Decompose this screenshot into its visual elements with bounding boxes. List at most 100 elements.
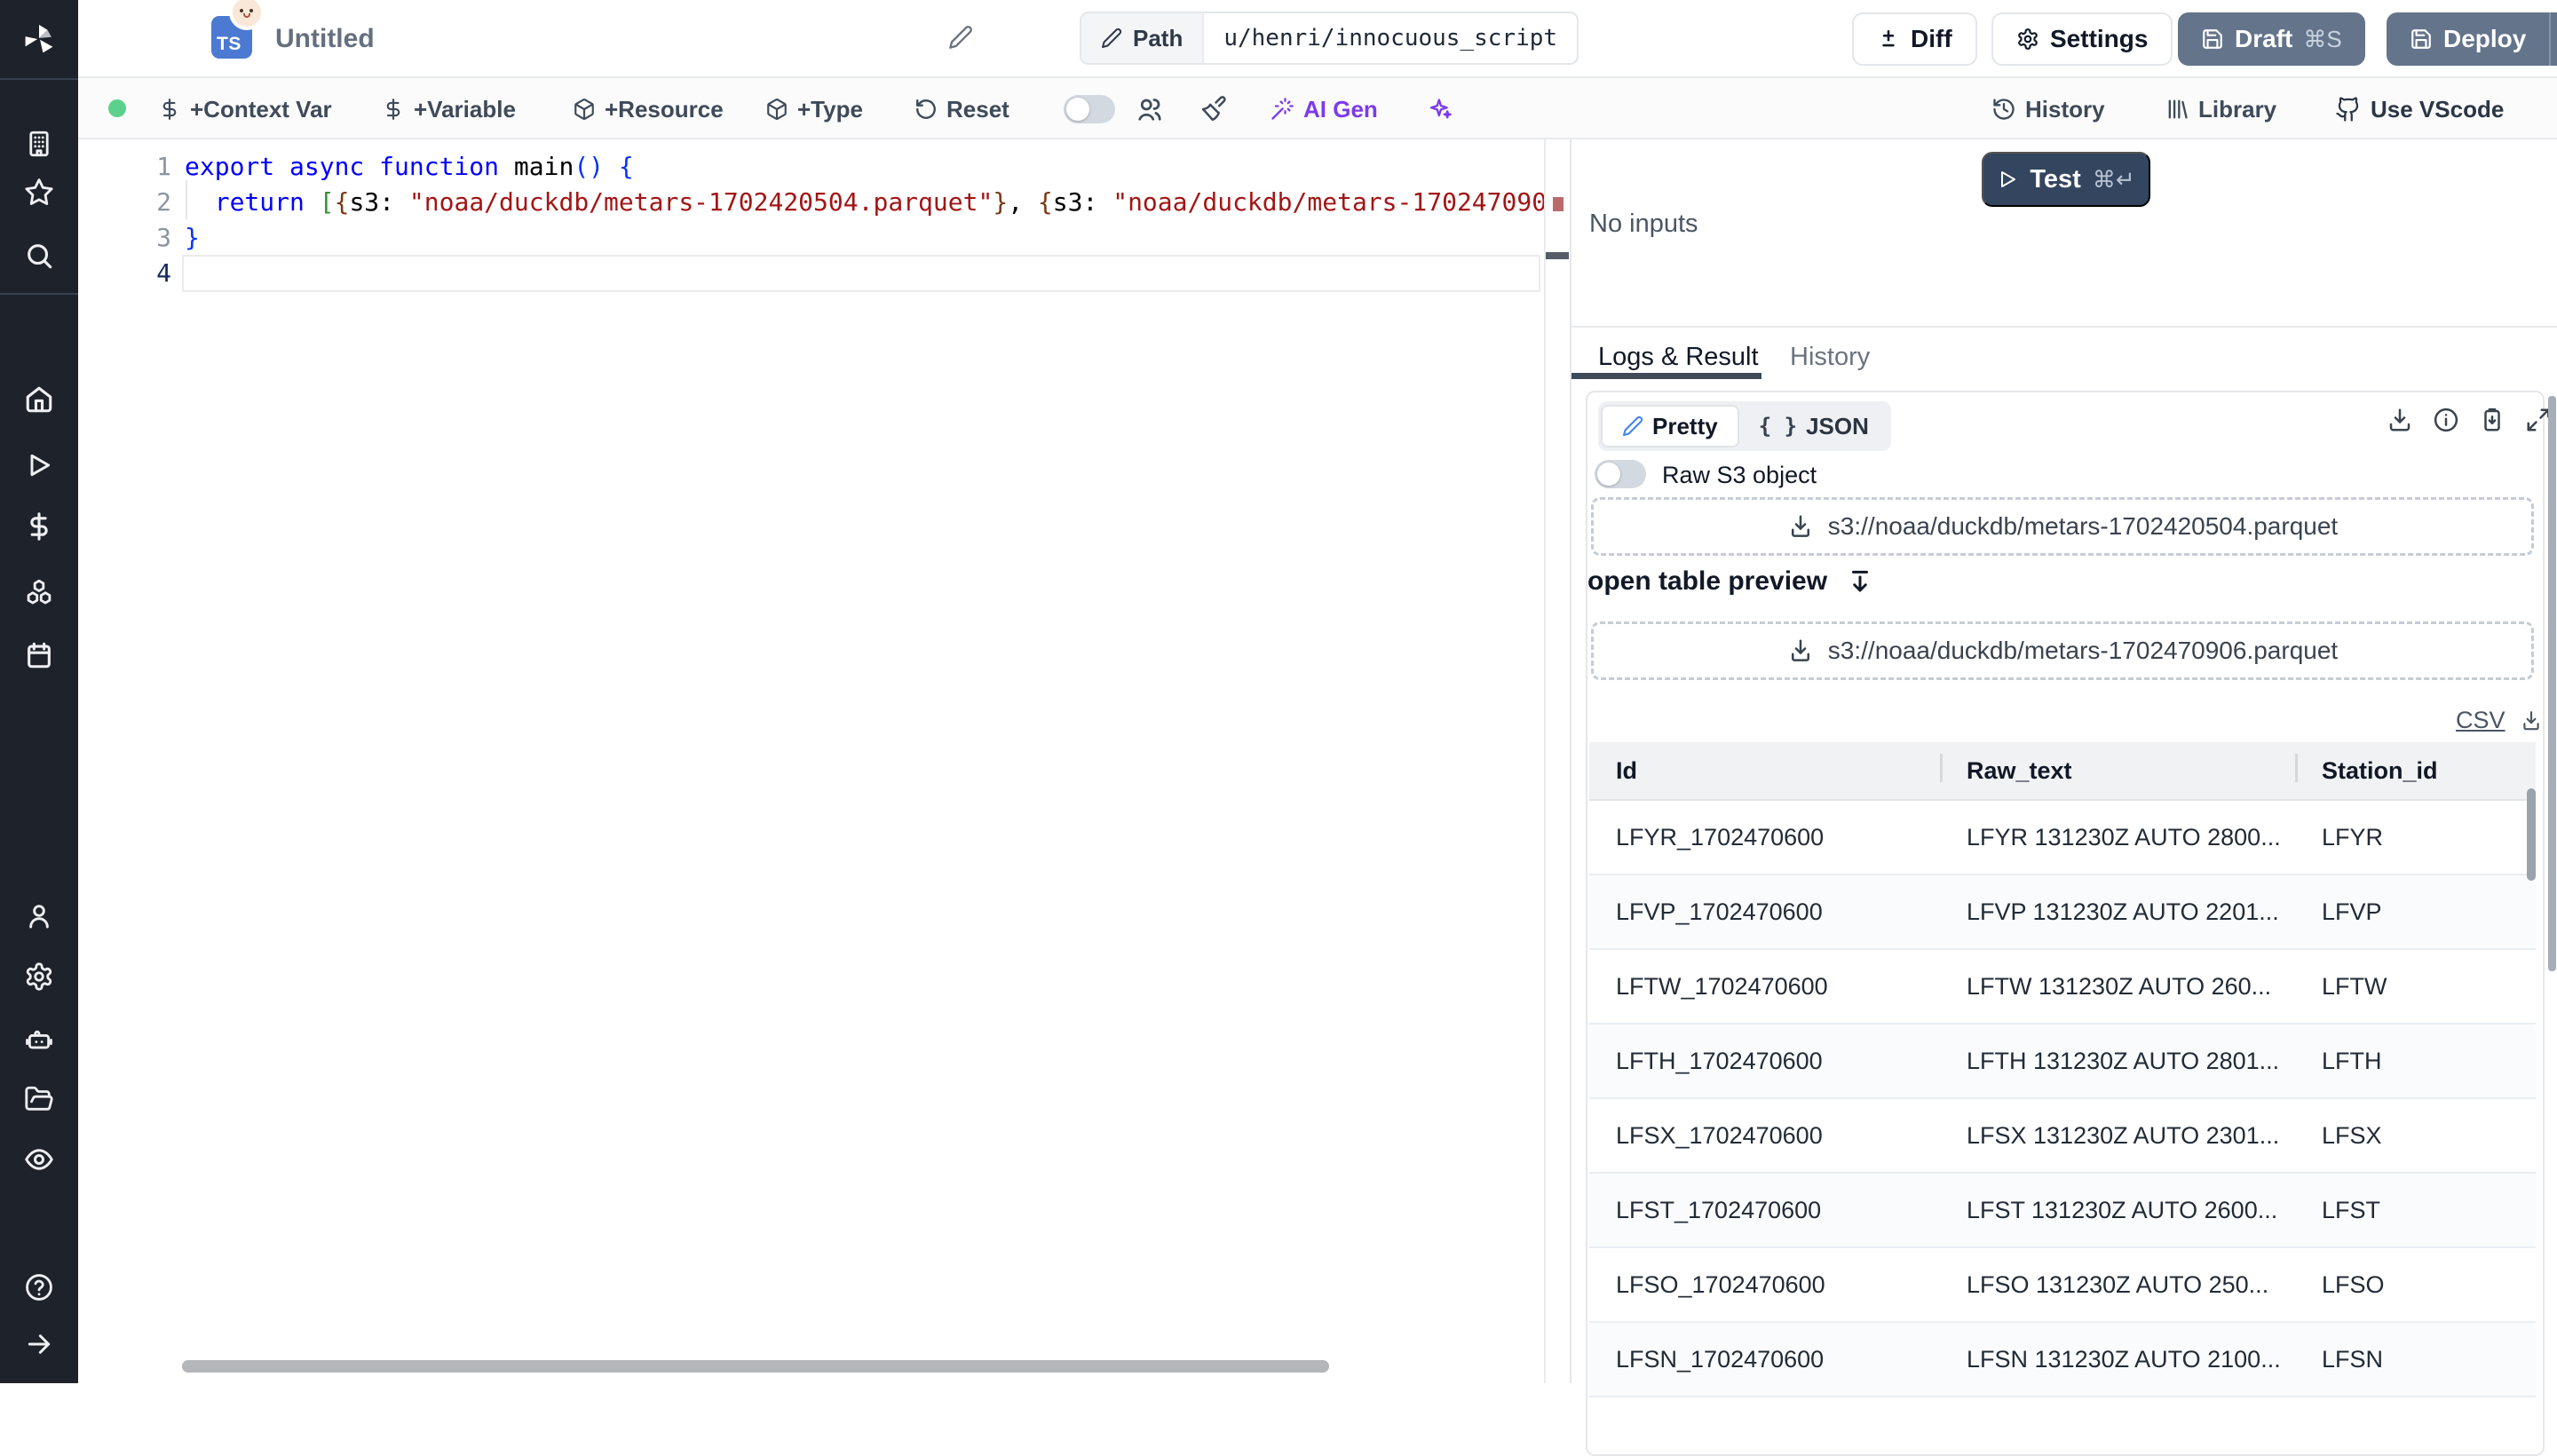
eye-icon[interactable]	[23, 1143, 55, 1175]
github-icon	[2336, 97, 2359, 122]
table-row[interactable]: LFTH_1702470600 LFTH 131230Z AUTO 2801...…	[1589, 1025, 2536, 1099]
diff-button[interactable]: Diff	[1852, 12, 1977, 66]
table-cell: LFTH	[2322, 1047, 2382, 1074]
table-row[interactable]: LFSX_1702470600 LFSX 131230Z AUTO 2301...…	[1589, 1099, 2536, 1174]
add-variable-button[interactable]: +Variable	[382, 92, 516, 126]
column-header: Station_id	[2295, 753, 2536, 785]
library-icon	[2168, 99, 2188, 119]
current-line-highlight	[182, 255, 1540, 292]
star-icon[interactable]	[24, 177, 54, 207]
path-field: Path u/henri/innocuous_script	[1080, 12, 1579, 65]
add-context-var-button[interactable]: +Context Var	[158, 92, 332, 126]
download-icon	[1791, 639, 1809, 661]
line-number: 3	[156, 223, 171, 252]
table-cell: LFSN_1702470600	[1616, 1345, 1825, 1373]
library-button[interactable]: Library	[2165, 92, 2276, 126]
table-vertical-scrollbar[interactable]	[2527, 788, 2536, 881]
help-icon[interactable]	[24, 1272, 54, 1302]
result-table: Id Raw_text Station_id LFYR_1702470600 LFYR…	[1589, 742, 2536, 1397]
add-resource-button[interactable]: +Resource	[573, 92, 724, 126]
deploy-button[interactable]: Deploy	[2387, 12, 2557, 66]
buildings-icon[interactable]	[24, 129, 54, 159]
download-result-icon[interactable]	[2387, 407, 2413, 433]
table-row[interactable]: LFSN_1702470600 LFSN 131230Z AUTO 2100...…	[1589, 1323, 2536, 1397]
save-icon	[2201, 28, 2224, 51]
code-editor[interactable]: 1 2 3 4 export async function main() { r…	[78, 139, 1544, 1383]
add-type-button[interactable]: +Type	[765, 92, 863, 126]
windmill-logo-icon[interactable]	[20, 20, 59, 59]
table-row[interactable]: LFVP_1702470600 LFVP 131230Z AUTO 2201...…	[1589, 875, 2536, 950]
history-button[interactable]: History	[1991, 92, 2105, 126]
editor-horizontal-scrollbar[interactable]	[182, 1360, 1329, 1373]
users-icon[interactable]	[1136, 92, 1163, 126]
tab-logs-result[interactable]: Logs & Result	[1598, 343, 1759, 372]
sparkles-icon[interactable]	[1428, 92, 1453, 126]
user-icon[interactable]	[25, 902, 53, 930]
table-cell: LFYR_1702470600	[1616, 823, 1825, 851]
path-input[interactable]: u/henri/innocuous_script	[1204, 13, 1577, 63]
open-table-preview-button[interactable]: open table preview	[1587, 566, 1873, 597]
panel-vertical-scrollbar[interactable]	[2548, 396, 2556, 971]
table-cell: LFST_1702470600	[1616, 1196, 1822, 1223]
search-icon[interactable]	[24, 241, 54, 271]
settings-gear-icon[interactable]	[24, 961, 54, 992]
overview-ruler-mark	[1553, 197, 1563, 211]
raw-s3-toggle[interactable]	[1595, 460, 1646, 488]
test-button[interactable]: Test ⌘↵	[1982, 152, 2150, 207]
magic-wand-icon	[1271, 98, 1294, 120]
json-view-button[interactable]: { } JSON	[1739, 405, 1888, 447]
info-icon[interactable]	[2433, 407, 2459, 433]
no-inputs-label: No inputs	[1589, 210, 1698, 238]
runs-play-icon[interactable]	[25, 451, 53, 479]
table-cell: LFVP	[2322, 898, 2382, 925]
pen-icon	[1623, 415, 1643, 436]
table-cell: LFST	[2322, 1196, 2381, 1223]
tab-history[interactable]: History	[1790, 343, 1870, 372]
emoji-badge-icon	[233, 0, 261, 27]
resources-boxes-icon[interactable]	[24, 577, 54, 607]
table-cell: LFVP 131230Z AUTO 2201...	[1967, 898, 2279, 925]
path-label[interactable]: Path	[1081, 13, 1205, 63]
workers-robot-icon[interactable]	[24, 1024, 54, 1054]
home-icon[interactable]	[24, 384, 54, 415]
pencil-icon	[1101, 28, 1122, 49]
multiplayer-toggle[interactable]	[1064, 92, 1115, 126]
table-row[interactable]: LFST_1702470600 LFST 131230Z AUTO 2600...…	[1589, 1174, 2536, 1248]
table-cell: LFSO_1702470600	[1616, 1270, 1825, 1298]
line-number-active: 4	[156, 258, 171, 288]
table-cell: LFST 131230Z AUTO 2600...	[1967, 1196, 2278, 1223]
result-actions	[2387, 407, 2552, 433]
table-cell: LFTW	[2322, 972, 2387, 1000]
copy-clipboard-icon[interactable]	[2479, 407, 2506, 433]
table-cell: LFSN	[2322, 1345, 2384, 1373]
schedules-calendar-icon[interactable]	[24, 640, 54, 670]
raw-s3-label: Raw S3 object	[1662, 462, 1817, 488]
csv-download-link[interactable]: CSV	[2456, 707, 2543, 734]
table-row[interactable]: LFTW_1702470600 LFTW 131230Z AUTO 260... L…	[1589, 950, 2536, 1025]
expand-arrow-icon[interactable]	[25, 1330, 53, 1358]
table-cell: LFSX	[2322, 1121, 2382, 1149]
ai-gen-button[interactable]: AI Gen	[1270, 92, 1378, 126]
s3-file-download-2[interactable]: s3://noaa/duckdb/metars-1702470906.parqu…	[1591, 621, 2534, 680]
pretty-view-button[interactable]: Pretty	[1601, 405, 1739, 447]
sidebar	[0, 0, 78, 1383]
variables-dollar-icon[interactable]	[24, 511, 54, 542]
table-row[interactable]: LFSO_1702470600 LFSO 131230Z AUTO 250... L…	[1589, 1248, 2536, 1323]
table-cell: LFTH 131230Z AUTO 2801...	[1967, 1047, 2280, 1074]
s3-file-download-1[interactable]: s3://noaa/duckdb/metars-1702420504.parqu…	[1591, 497, 2534, 556]
edit-summary-pencil-icon[interactable]	[948, 25, 973, 50]
code-line: return [{s3: "noaa/duckdb/metars-1702420…	[214, 187, 1544, 217]
table-cell: LFTW_1702470600	[1616, 972, 1828, 1000]
folder-open-icon[interactable]	[24, 1084, 54, 1114]
play-icon	[2001, 171, 2016, 187]
format-brush-icon[interactable]	[1200, 92, 1227, 126]
table-row[interactable]: LFYR_1702470600 LFYR 131230Z AUTO 2800...…	[1589, 801, 2536, 875]
reset-button[interactable]: Reset	[914, 92, 1009, 126]
line-number: 2	[156, 187, 171, 217]
table-cell: LFSN 131230Z AUTO 2100...	[1967, 1345, 2281, 1373]
button-divider	[2549, 12, 2552, 66]
use-vscode-button[interactable]: Use VScode	[2335, 92, 2504, 126]
reset-icon	[916, 99, 936, 119]
draft-button[interactable]: Draft ⌘S	[2178, 12, 2365, 66]
settings-button[interactable]: Settings	[1991, 12, 2173, 66]
